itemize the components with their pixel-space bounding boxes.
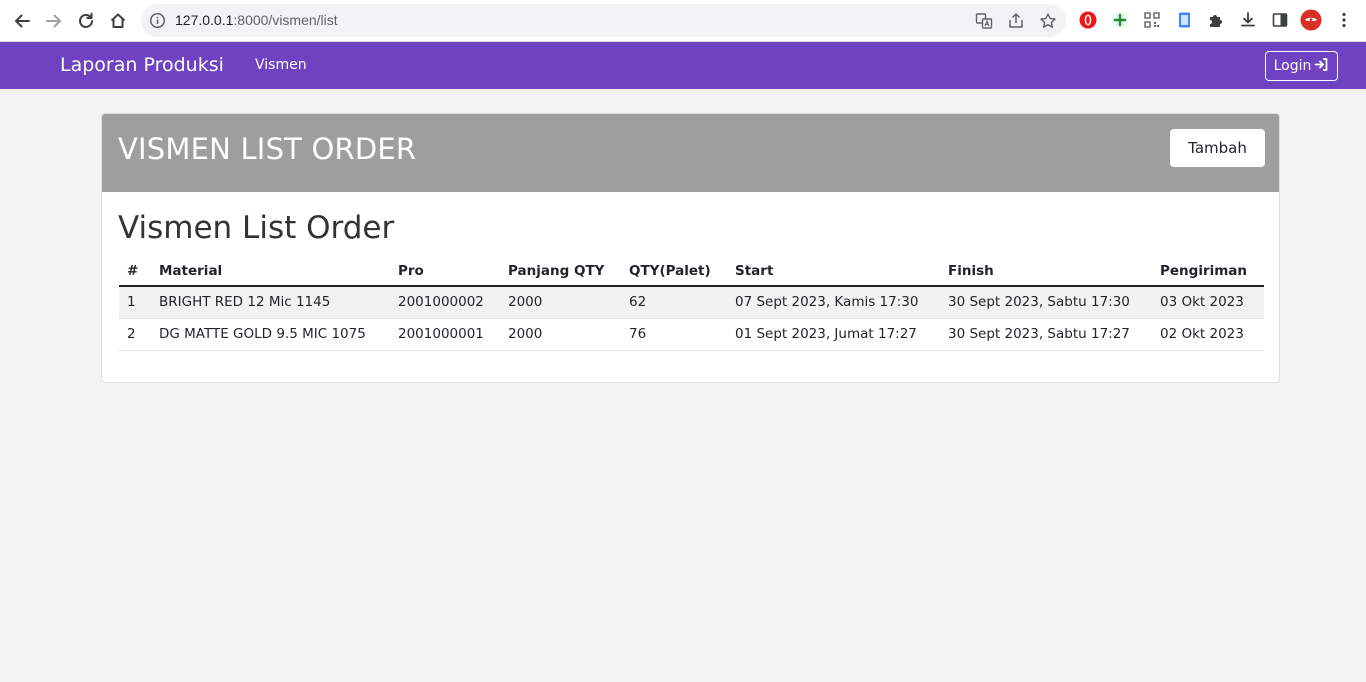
table-cell: DG MATTE GOLD 9.5 MIC 1075: [151, 318, 390, 351]
orders-table: # Material Pro Panjang QTY QTY(Palet) St…: [119, 257, 1264, 351]
bookmark-star-icon[interactable]: [1039, 12, 1057, 30]
table-cell: 02 Okt 2023: [1152, 318, 1264, 351]
table-cell: 01 Sept 2023, Jumat 17:27: [727, 318, 940, 351]
table-cell: BRIGHT RED 12 Mic 1145: [151, 286, 390, 319]
column-header: Start: [727, 257, 940, 287]
extensions-puzzle-icon[interactable]: [1205, 9, 1227, 31]
table-cell: 62: [621, 286, 727, 319]
column-header: Pro: [390, 257, 500, 287]
table-cell: 2001000002: [390, 286, 500, 319]
home-icon[interactable]: [104, 7, 132, 35]
table-cell: 30 Sept 2023, Sabtu 17:30: [940, 286, 1152, 319]
order-list-card: VISMEN LIST ORDER Tambah Vismen List Ord…: [101, 113, 1280, 383]
profile-avatar-icon[interactable]: [1300, 9, 1322, 31]
add-order-button[interactable]: Tambah: [1170, 129, 1265, 167]
card-header: VISMEN LIST ORDER Tambah: [102, 114, 1279, 192]
column-header: Material: [151, 257, 390, 287]
login-button[interactable]: Login: [1265, 51, 1338, 81]
login-label: Login: [1273, 58, 1312, 74]
download-icon[interactable]: [1237, 9, 1259, 31]
opera-extension-icon[interactable]: [1077, 9, 1099, 31]
column-header: #: [119, 257, 151, 287]
column-header: Pengiriman: [1152, 257, 1264, 287]
url-text: 127.0.0.1:8000/vismen/list: [175, 12, 338, 29]
table-row: 2 DG MATTE GOLD 9.5 MIC 1075 2001000001 …: [119, 318, 1264, 351]
forward-icon[interactable]: [40, 7, 68, 35]
nav-link-vismen[interactable]: Vismen: [255, 56, 307, 74]
app-navbar: Laporan Produksi Vismen Login: [0, 42, 1366, 89]
sign-in-icon: [1314, 57, 1329, 76]
qr-code-icon[interactable]: [1141, 9, 1163, 31]
browser-toolbar: 127.0.0.1:8000/vismen/list: [0, 0, 1366, 42]
table-cell: 2000: [500, 318, 621, 351]
table-cell: 76: [621, 318, 727, 351]
column-header: Panjang QTY: [500, 257, 621, 287]
table-cell: 30 Sept 2023, Sabtu 17:27: [940, 318, 1152, 351]
translate-icon[interactable]: [975, 12, 993, 30]
url-host: 127.0.0.1: [175, 12, 234, 28]
site-info-icon[interactable]: [149, 12, 166, 29]
share-icon[interactable]: [1007, 12, 1025, 30]
table-cell: 1: [119, 286, 151, 319]
side-panel-icon[interactable]: [1269, 9, 1291, 31]
plus-extension-icon[interactable]: [1109, 9, 1131, 31]
page-title: VISMEN LIST ORDER: [118, 132, 417, 166]
navbar-brand[interactable]: Laporan Produksi: [60, 53, 224, 77]
table-row: 1 BRIGHT RED 12 Mic 1145 2001000002 2000…: [119, 286, 1264, 319]
back-icon[interactable]: [8, 7, 36, 35]
column-header: Finish: [940, 257, 1152, 287]
section-title: Vismen List Order: [118, 210, 395, 246]
browser-menu-icon[interactable]: [1333, 9, 1355, 31]
address-bar[interactable]: 127.0.0.1:8000/vismen/list: [141, 4, 1066, 37]
table-cell: 2000: [500, 286, 621, 319]
column-header: QTY(Palet): [621, 257, 727, 287]
table-cell: 03 Okt 2023: [1152, 286, 1264, 319]
document-extension-icon[interactable]: [1173, 9, 1195, 31]
table-header-row: # Material Pro Panjang QTY QTY(Palet) St…: [119, 257, 1264, 287]
table-cell: 2001000001: [390, 318, 500, 351]
table-cell: 07 Sept 2023, Kamis 17:30: [727, 286, 940, 319]
table-cell: 2: [119, 318, 151, 351]
reload-icon[interactable]: [72, 7, 100, 35]
url-path: :8000/vismen/list: [233, 12, 338, 28]
